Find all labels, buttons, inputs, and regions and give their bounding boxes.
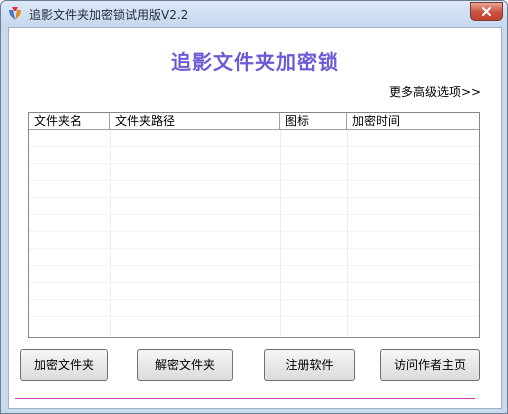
more-options-link[interactable]: 更多高级选项>> bbox=[389, 83, 481, 100]
row-gridline bbox=[29, 163, 479, 164]
row-gridline bbox=[29, 180, 479, 181]
client-area: 追影文件夹加密锁 更多高级选项>> 文件夹名 文件夹路径 图标 加密时间 加密文… bbox=[8, 27, 502, 409]
folder-list[interactable]: 文件夹名 文件夹路径 图标 加密时间 bbox=[28, 112, 480, 338]
column-gridline bbox=[110, 130, 111, 337]
row-gridline bbox=[29, 231, 479, 232]
visit-homepage-button[interactable]: 访问作者主页 bbox=[380, 349, 480, 381]
register-software-button[interactable]: 注册软件 bbox=[264, 349, 355, 381]
window-title: 追影文件夹加密锁试用版V2.2 bbox=[29, 8, 189, 22]
column-gridline bbox=[280, 130, 281, 337]
decrypt-folder-button[interactable]: 解密文件夹 bbox=[137, 349, 233, 381]
column-header-icon[interactable]: 图标 bbox=[280, 113, 347, 129]
column-header-folder-name[interactable]: 文件夹名 bbox=[29, 113, 110, 129]
column-header-encrypt-time[interactable]: 加密时间 bbox=[347, 113, 479, 129]
column-gridline bbox=[347, 130, 348, 337]
list-header: 文件夹名 文件夹路径 图标 加密时间 bbox=[29, 113, 479, 130]
row-gridline bbox=[29, 265, 479, 266]
column-header-folder-path[interactable]: 文件夹路径 bbox=[110, 113, 280, 129]
row-gridline bbox=[29, 197, 479, 198]
title-bar[interactable]: 追影文件夹加密锁试用版V2.2 bbox=[1, 1, 507, 27]
row-gridline bbox=[29, 316, 479, 317]
row-gridline bbox=[29, 299, 479, 300]
footer-divider bbox=[15, 398, 475, 399]
row-gridline bbox=[29, 248, 479, 249]
app-logo-icon bbox=[9, 7, 21, 20]
app-window: 追影文件夹加密锁试用版V2.2 追影文件夹加密锁 更多高级选项>> 文件夹名 文… bbox=[0, 0, 508, 414]
row-gridline bbox=[29, 214, 479, 215]
row-gridline bbox=[29, 282, 479, 283]
close-button[interactable] bbox=[470, 2, 503, 21]
row-gridline bbox=[29, 146, 479, 147]
app-heading: 追影文件夹加密锁 bbox=[171, 50, 339, 74]
encrypt-folder-button[interactable]: 加密文件夹 bbox=[20, 349, 108, 381]
close-icon bbox=[482, 7, 491, 16]
